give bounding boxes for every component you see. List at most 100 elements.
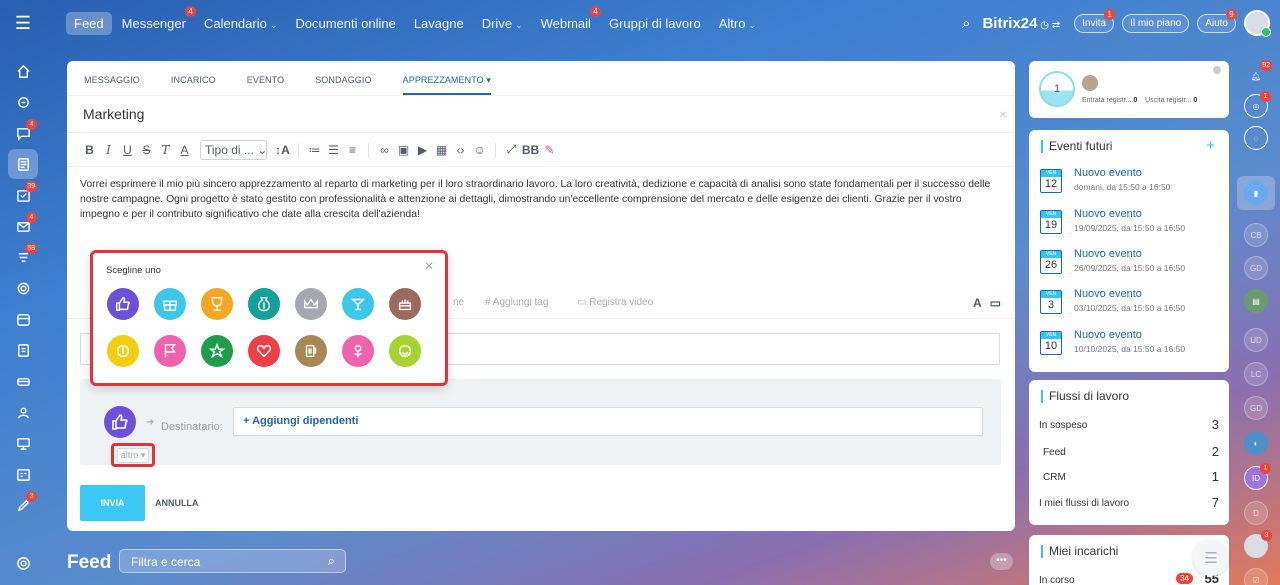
send-button[interactable]: INVIA: [80, 485, 145, 521]
list-item[interactable]: VEN 10 Nuovo evento 10/10/2025, da 15:50 a…: [1040, 329, 1220, 357]
thumbs-up-icon[interactable]: [107, 288, 139, 320]
list-menu-icon[interactable]: ☰: [1193, 540, 1229, 576]
nav-messenger[interactable]: Messenger 4: [114, 5, 196, 35]
nav-webmail[interactable]: Webmail 4: [533, 5, 601, 35]
altro-dropdown[interactable]: altro ▾: [116, 447, 150, 463]
settings-icon[interactable]: [8, 548, 38, 578]
target-icon[interactable]: [8, 273, 38, 303]
plan-button[interactable]: Il mio piano: [1122, 13, 1190, 33]
font-size-icon[interactable]: ↕A: [273, 143, 292, 157]
list-item[interactable]: VEN 19 Nuovo evento 19/09/2025, da 15:50 a…: [1040, 208, 1220, 236]
message-body[interactable]: Vorrei esprimere il mio più sincero appr…: [67, 167, 1015, 253]
strikethrough-icon[interactable]: S: [137, 143, 156, 157]
heart-icon[interactable]: [248, 335, 280, 367]
image-icon[interactable]: ▣: [394, 143, 413, 157]
home-icon[interactable]: [8, 56, 38, 86]
group-avatar[interactable]: ▤: [1244, 289, 1268, 313]
cocktail-icon[interactable]: [342, 288, 374, 320]
invite-button[interactable]: Invita 1: [1074, 8, 1116, 33]
user-avatar[interactable]: 3: [1244, 530, 1272, 558]
filter-search-input[interactable]: Filtra e cerca ⌕: [119, 549, 346, 573]
feed-icon[interactable]: [8, 149, 38, 179]
nav-calendario[interactable]: Calendario ⌄: [196, 12, 285, 35]
avatar[interactable]: ID 1: [1244, 463, 1271, 490]
numbered-list-icon[interactable]: ≔: [305, 143, 324, 157]
bookmark-icon[interactable]: ▮: [1244, 181, 1268, 205]
ai-icon[interactable]: [8, 87, 38, 117]
copilot-icon[interactable]: ✎: [540, 143, 559, 157]
close-icon[interactable]: ✕: [999, 110, 1007, 121]
avatar[interactable]: CB: [1244, 223, 1268, 247]
edit-icon[interactable]: 3: [8, 490, 38, 520]
list-item[interactable]: Feed 2: [1043, 444, 1219, 459]
clock-icon[interactable]: 1: [1039, 71, 1075, 107]
thumbs-up-icon[interactable]: [104, 406, 136, 438]
nav-documenti[interactable]: Documenti online: [287, 12, 403, 35]
tab-incarico[interactable]: INCARICO: [171, 61, 216, 95]
video-icon[interactable]: ▶: [413, 143, 432, 157]
tab-evento[interactable]: EVENTO: [247, 61, 284, 95]
beer-icon[interactable]: [295, 335, 327, 367]
star-icon[interactable]: [201, 335, 233, 367]
tasks-icon[interactable]: 39: [8, 180, 38, 210]
brand-logo[interactable]: Bitrix24 ◷ ⇄: [982, 15, 1060, 32]
list-item[interactable]: In sospeso 3: [1039, 417, 1219, 432]
flag-icon[interactable]: [154, 335, 186, 367]
nav-gruppi[interactable]: Gruppi di lavoro: [601, 12, 709, 35]
user-avatar[interactable]: [1244, 10, 1271, 37]
nav-drive[interactable]: Drive ⌄: [474, 12, 531, 35]
tab-sondaggio[interactable]: SONDAGGIO: [315, 61, 371, 95]
nav-feed[interactable]: Feed: [66, 11, 112, 35]
tab-messaggio[interactable]: MESSAGGIO: [84, 61, 140, 95]
tab-apprezzamento[interactable]: APPREZZAMENTO ▾: [402, 61, 491, 95]
close-icon[interactable]: ✕: [424, 259, 434, 273]
clear-format-icon[interactable]: T: [156, 143, 175, 157]
bbcode-icon[interactable]: BB: [521, 143, 540, 157]
link-icon[interactable]: ∞: [375, 143, 394, 157]
more-icon[interactable]: •••: [990, 553, 1013, 570]
bold-icon[interactable]: B: [80, 143, 99, 157]
text-format-icon[interactable]: A: [973, 296, 982, 310]
list-item[interactable]: VEN 26 Nuovo evento 26/09/2025, da 15:50 a…: [1040, 248, 1220, 276]
board-icon[interactable]: [8, 428, 38, 458]
checklist-icon[interactable]: ☑: [1244, 568, 1268, 585]
avatar[interactable]: UD: [1244, 328, 1268, 352]
group-avatar[interactable]: ◐: [1244, 431, 1268, 455]
nav-lavagne[interactable]: Lavagne: [406, 12, 472, 35]
list-item[interactable]: CRM 1: [1043, 469, 1219, 484]
list-item[interactable]: VEN 3 Nuovo evento 03/10/2025, da 15:50 a …: [1040, 288, 1220, 316]
bell-icon[interactable]: 🔔︎ 92: [1244, 60, 1272, 88]
underline-icon[interactable]: U: [118, 143, 137, 157]
cancel-button[interactable]: ANNULLA: [155, 498, 199, 508]
cake-icon[interactable]: [389, 288, 421, 320]
nav-altro[interactable]: Altro ⌄: [711, 12, 764, 35]
smile-icon[interactable]: [389, 335, 421, 367]
copilot-icon[interactable]: ◎ 1: [1244, 91, 1271, 118]
bullet-list-icon[interactable]: ☰: [324, 143, 343, 157]
gear-icon[interactable]: [1213, 66, 1221, 74]
search-icon[interactable]: ⌕: [328, 553, 335, 569]
record-video-button[interactable]: ▭ Registra video: [577, 297, 653, 308]
chat-bubble-icon[interactable]: ◌: [1244, 126, 1268, 150]
trophy-icon[interactable]: [201, 288, 233, 320]
gift-icon[interactable]: [154, 288, 186, 320]
font-select[interactable]: Tipo di ... ⌄: [200, 139, 267, 160]
table-icon[interactable]: ▦: [432, 143, 451, 157]
mention-label[interactable]: ne: [453, 297, 464, 308]
emoji-icon[interactable]: ☺: [470, 143, 489, 157]
coin-icon[interactable]: [107, 335, 139, 367]
list-item[interactable]: I miei flussi di lavoro 7: [1039, 495, 1219, 510]
add-employees-field[interactable]: + Aggiungi dipendenti: [233, 407, 983, 436]
people-icon[interactable]: [8, 397, 38, 427]
schedule-icon[interactable]: [8, 459, 38, 489]
mail-icon[interactable]: 4: [8, 211, 38, 241]
plus-icon[interactable]: +: [1206, 137, 1215, 154]
avatar[interactable]: GD: [1244, 396, 1268, 420]
avatar[interactable]: D: [1244, 501, 1268, 525]
text-color-icon[interactable]: A: [175, 143, 194, 157]
list-item[interactable]: VEN 12 Nuovo evento domani, da 15:50 a 16:…: [1040, 167, 1220, 195]
avatar[interactable]: GD: [1244, 256, 1268, 280]
drive-icon[interactable]: [8, 366, 38, 396]
calendar-icon[interactable]: [8, 304, 38, 334]
chat-icon[interactable]: 4: [8, 118, 38, 148]
